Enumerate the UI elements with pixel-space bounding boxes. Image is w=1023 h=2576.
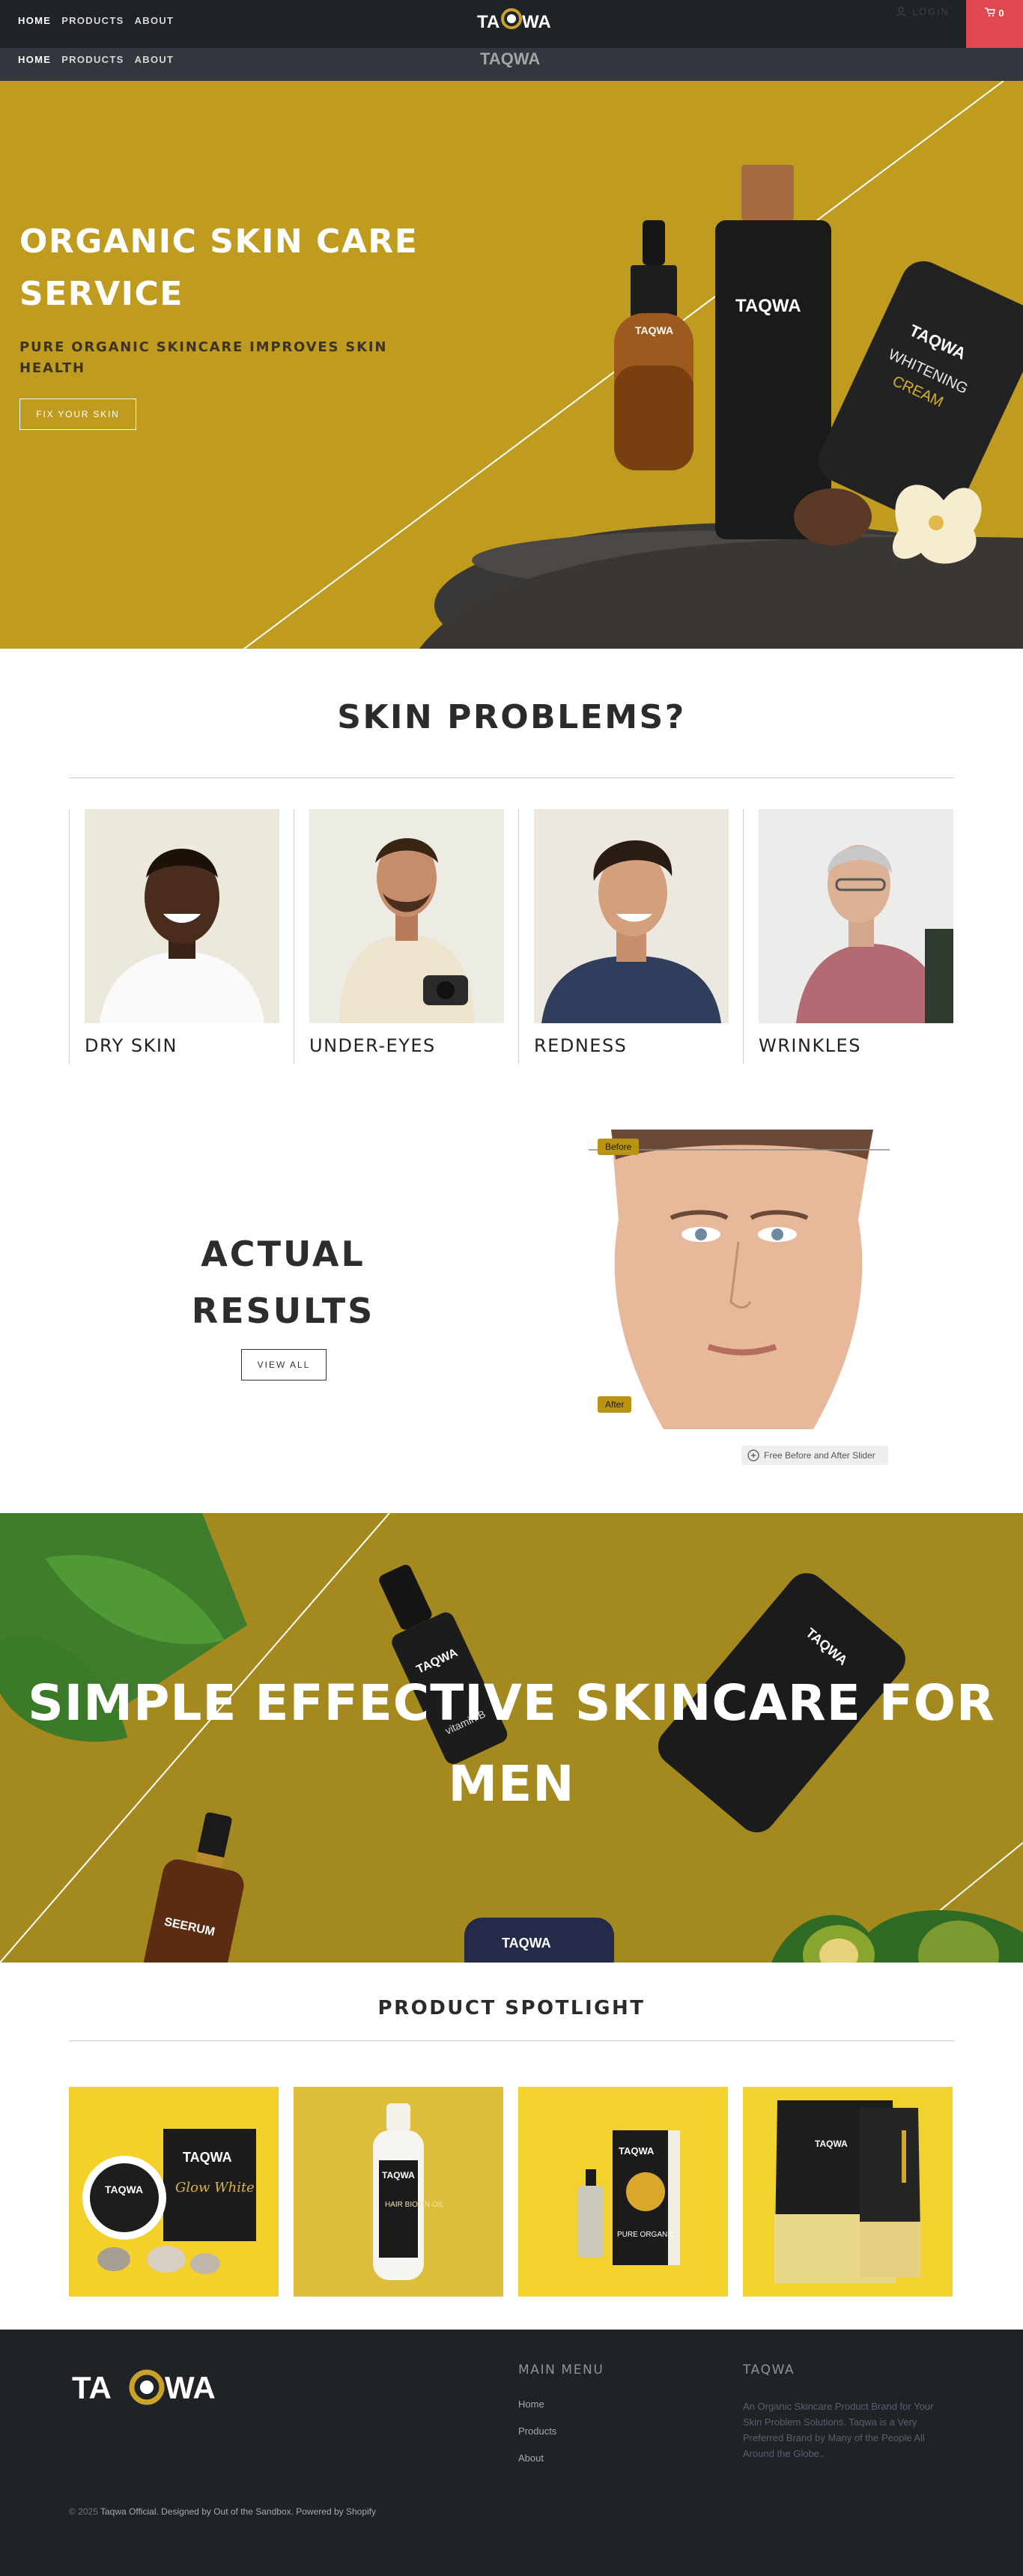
nav-about-link[interactable]: ABOUT	[135, 15, 174, 26]
men-title-line1: SIMPLE EFFECTIVE SKINCARE FOR	[28, 1674, 995, 1732]
results-title-line1: ACTUAL	[201, 1234, 365, 1274]
svg-text:TA: TA	[477, 12, 500, 32]
before-after-slider[interactable]: Before After	[589, 1130, 890, 1429]
skin-problem-card-under-eyes[interactable]: UNDER-EYES	[294, 809, 518, 1064]
pure-organic-brand: TAQWA	[619, 2145, 655, 2157]
under-eyes-label: UNDER-EYES	[309, 1035, 436, 1056]
top-navigation-bar: HOME PRODUCTS ABOUT TA WA LOGIN 0	[0, 0, 1023, 48]
svg-text:WA: WA	[522, 12, 550, 32]
pure-organic-name: PURE ORGANIC	[617, 2231, 675, 2239]
hero-title-line2: SERVICE	[19, 275, 183, 313]
hero-banner: TAQWA TAQWA TAQWA WHITENING CREAM ORGANI…	[0, 81, 1023, 649]
glow-white-jar-brand: TAQWA	[105, 2183, 143, 2195]
pouch-product-image: TAQWA	[743, 2087, 953, 2297]
wrinkles-photo	[759, 809, 953, 1023]
product-card-pure-organic[interactable]: TAQWA PURE ORGANIC	[518, 2087, 728, 2297]
cart-button[interactable]: 0	[966, 0, 1023, 48]
wrinkles-label: WRINKLES	[759, 1035, 861, 1056]
copyright-suffix: . Designed by Out of the Sandbox. Powere…	[156, 2506, 376, 2517]
before-label: Before	[598, 1139, 640, 1155]
redness-label: REDNESS	[534, 1035, 628, 1056]
secondary-about-link[interactable]: ABOUT	[135, 54, 174, 65]
footer-logo[interactable]: TA WA	[72, 2364, 226, 2409]
skin-problem-card-dry-skin[interactable]: DRY SKIN	[69, 809, 294, 1064]
cart-icon	[985, 7, 996, 17]
taqwa-logo[interactable]: TA WA	[473, 6, 550, 34]
product-card-pouch[interactable]: TAQWA	[743, 2087, 953, 2297]
footer-about-text: An Organic Skincare Product Brand for Yo…	[743, 2401, 934, 2459]
results-title-line2: RESULTS	[191, 1291, 375, 1331]
copyright-link[interactable]: Taqwa Official	[100, 2506, 156, 2517]
pure-organic-product-image: TAQWA PURE ORGANIC	[518, 2087, 728, 2297]
login-label: LOGIN	[912, 6, 950, 17]
jar-brand-label: TAQWA	[502, 1936, 551, 1951]
glow-white-product-image: TAQWA Glow White TAQWA	[69, 2087, 279, 2297]
pouch-brand: TAQWA	[815, 2139, 848, 2149]
slider-credit-badge[interactable]: Free Before and After Slider	[741, 1446, 888, 1465]
footer-home-link[interactable]: Home	[518, 2398, 544, 2410]
hero-title-line1: ORGANIC SKIN CARE	[19, 222, 419, 261]
secondary-logo: TAQWA	[480, 49, 540, 67]
biotin-brand: TAQWA	[382, 2170, 415, 2180]
user-icon	[896, 6, 906, 16]
secondary-products-link[interactable]: PRODUCTS	[61, 54, 124, 65]
main-nav: HOME PRODUCTS ABOUT	[18, 15, 174, 26]
svg-text:TAQWA: TAQWA	[480, 49, 540, 67]
secondary-nav: HOME PRODUCTS ABOUT	[18, 54, 174, 65]
before-after-face-image	[589, 1130, 890, 1429]
biotin-name: HAIR BIOTIN OIL	[385, 2201, 444, 2209]
glow-white-name: Glow White	[175, 2180, 255, 2195]
nav-home-link[interactable]: HOME	[18, 15, 51, 26]
skin-problems-heading: SKIN PROBLEMS?	[337, 698, 686, 736]
dry-skin-photo	[85, 809, 279, 1023]
skin-problem-card-wrinkles[interactable]: WRINKLES	[743, 809, 968, 1064]
copyright-text: © 2025 Taqwa Official. Designed by Out o…	[69, 2506, 376, 2517]
product-card-hair-biotin-oil[interactable]: TAQWA HAIR BIOTIN OIL	[294, 2087, 503, 2297]
secondary-nav-bar: HOME PRODUCTS ABOUT TAQWA	[0, 48, 1023, 81]
after-label: After	[598, 1396, 632, 1413]
hero-subtitle: PURE ORGANIC SKINCARE IMPROVES SKIN HEAL…	[19, 337, 409, 379]
redness-photo	[534, 809, 729, 1023]
product-spotlight-heading: PRODUCT SPOTLIGHT	[377, 1997, 646, 2019]
secondary-home-link[interactable]: HOME	[18, 54, 51, 65]
footer-about-heading: TAQWA	[743, 2363, 795, 2378]
slider-credit-icon	[747, 1449, 759, 1461]
men-skincare-banner: TAQWA vitamin B TAQWA SEERUM TAQWA SIMPL…	[0, 1513, 1023, 1963]
cart-count: 0	[998, 7, 1004, 19]
view-all-button[interactable]: VIEW ALL	[241, 1349, 327, 1381]
dropper-brand-label: TAQWA	[635, 324, 673, 336]
hero-subtitle-line1: PURE ORGANIC SKINCARE IMPROVES SKIN	[19, 339, 388, 355]
product-card-glow-white[interactable]: TAQWA Glow White TAQWA	[69, 2087, 279, 2297]
main-menu-heading: MAIN MENU	[518, 2363, 604, 2378]
men-title-line2: MEN	[448, 1755, 575, 1813]
nav-products-link[interactable]: PRODUCTS	[61, 15, 124, 26]
spotlight-divider	[69, 2040, 954, 2041]
fix-your-skin-button[interactable]: FIX YOUR SKIN	[19, 398, 136, 430]
dry-skin-label: DRY SKIN	[85, 1035, 177, 1056]
site-footer: TA WA MAIN MENU Home Products About TAQW…	[0, 2330, 1023, 2576]
skin-problem-card-redness[interactable]: REDNESS	[518, 809, 743, 1064]
svg-text:WA: WA	[165, 2370, 216, 2405]
footer-products-link[interactable]: Products	[518, 2425, 556, 2437]
actual-results-heading: ACTUAL RESULTS	[157, 1225, 409, 1339]
copyright-prefix: © 2025	[69, 2506, 100, 2517]
hero-title: ORGANIC SKIN CARE SERVICE	[19, 216, 484, 321]
glow-white-brand: TAQWA	[183, 2150, 232, 2165]
under-eyes-photo	[309, 809, 504, 1023]
men-banner-heading: SIMPLE EFFECTIVE SKINCARE FOR MEN	[0, 1663, 1023, 1825]
svg-text:TA: TA	[72, 2370, 112, 2405]
bottle-brand-label: TAQWA	[735, 296, 801, 316]
page: HOME PRODUCTS ABOUT TA WA LOGIN 0 HOME P…	[0, 0, 1023, 2576]
hero-subtitle-line2: HEALTH	[19, 360, 85, 376]
footer-about-link[interactable]: About	[518, 2452, 544, 2464]
hair-biotin-oil-product-image: TAQWA HAIR BIOTIN OIL	[294, 2087, 503, 2297]
login-link[interactable]: LOGIN	[896, 6, 949, 17]
slider-credit-text: Free Before and After Slider	[764, 1450, 875, 1461]
